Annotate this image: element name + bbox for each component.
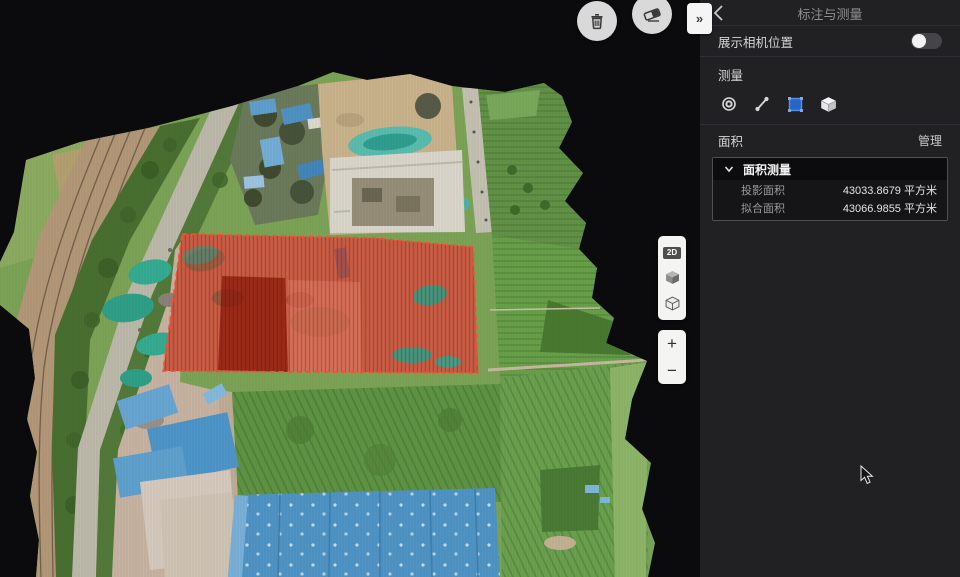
annotation-measure-panel: 标注与测量 展示相机位置 测量 [700, 0, 960, 577]
pointcloud-view-button[interactable] [660, 292, 684, 314]
fitted-area-label: 拟合面积 [741, 200, 785, 216]
fitted-area-value: 43066.9855 平方米 [843, 200, 937, 216]
measure-section: 测量 [700, 57, 960, 125]
measurement-item-title: 面积测量 [743, 161, 791, 178]
area-label: 面积 [718, 131, 743, 150]
projected-area-row: 投影面积 43033.8679 平方米 [713, 180, 947, 200]
point-icon [721, 96, 737, 112]
application-window: 2D + − » [0, 0, 960, 577]
volume-measure-tool[interactable] [817, 93, 839, 115]
distance-measure-tool[interactable] [751, 93, 773, 115]
double-chevron-right-icon: » [696, 11, 703, 26]
area-section-header: 面积 管理 [700, 125, 960, 155]
aerial-map[interactable] [0, 0, 700, 577]
camera-position-toggle[interactable] [911, 33, 942, 49]
wire-cube-icon [665, 296, 680, 311]
model-view-button[interactable] [660, 267, 684, 289]
toggle-knob [912, 34, 926, 48]
camera-position-row: 展示相机位置 [700, 26, 960, 57]
panel-collapse-tab[interactable]: » [687, 3, 712, 34]
map-viewport[interactable]: 2D + − [0, 0, 700, 577]
camera-position-label: 展示相机位置 [718, 32, 793, 51]
point-measure-tool[interactable] [718, 93, 740, 115]
2d-badge: 2D [663, 247, 681, 259]
measurement-item-header[interactable]: 面积测量 [713, 158, 947, 180]
fitted-area-row: 拟合面积 43066.9855 平方米 [713, 200, 947, 220]
zoom-in-button[interactable]: + [660, 333, 684, 355]
zoom-controls: + − [658, 330, 686, 384]
view-controls: 2D [658, 236, 686, 320]
zoom-out-button[interactable]: − [660, 360, 684, 382]
panel-title: 标注与测量 [700, 4, 960, 23]
eraser-icon [642, 4, 662, 24]
projected-area-value: 43033.8679 平方米 [843, 182, 937, 198]
cube-icon [820, 96, 837, 113]
trash-icon [588, 12, 606, 30]
panel-header: 标注与测量 [700, 0, 960, 26]
delete-button[interactable] [577, 1, 617, 41]
distance-icon [754, 96, 770, 112]
view-2d-button[interactable]: 2D [660, 242, 684, 264]
manage-button[interactable]: 管理 [918, 132, 942, 149]
solid-cube-icon [665, 270, 680, 285]
measure-label: 测量 [718, 65, 942, 84]
area-icon [787, 96, 804, 113]
chevron-down-icon [723, 163, 735, 175]
measurement-card: 面积测量 投影面积 43033.8679 平方米 拟合面积 43066.9855… [712, 157, 948, 221]
area-measure-tool[interactable] [784, 93, 806, 115]
projected-area-label: 投影面积 [741, 182, 785, 198]
